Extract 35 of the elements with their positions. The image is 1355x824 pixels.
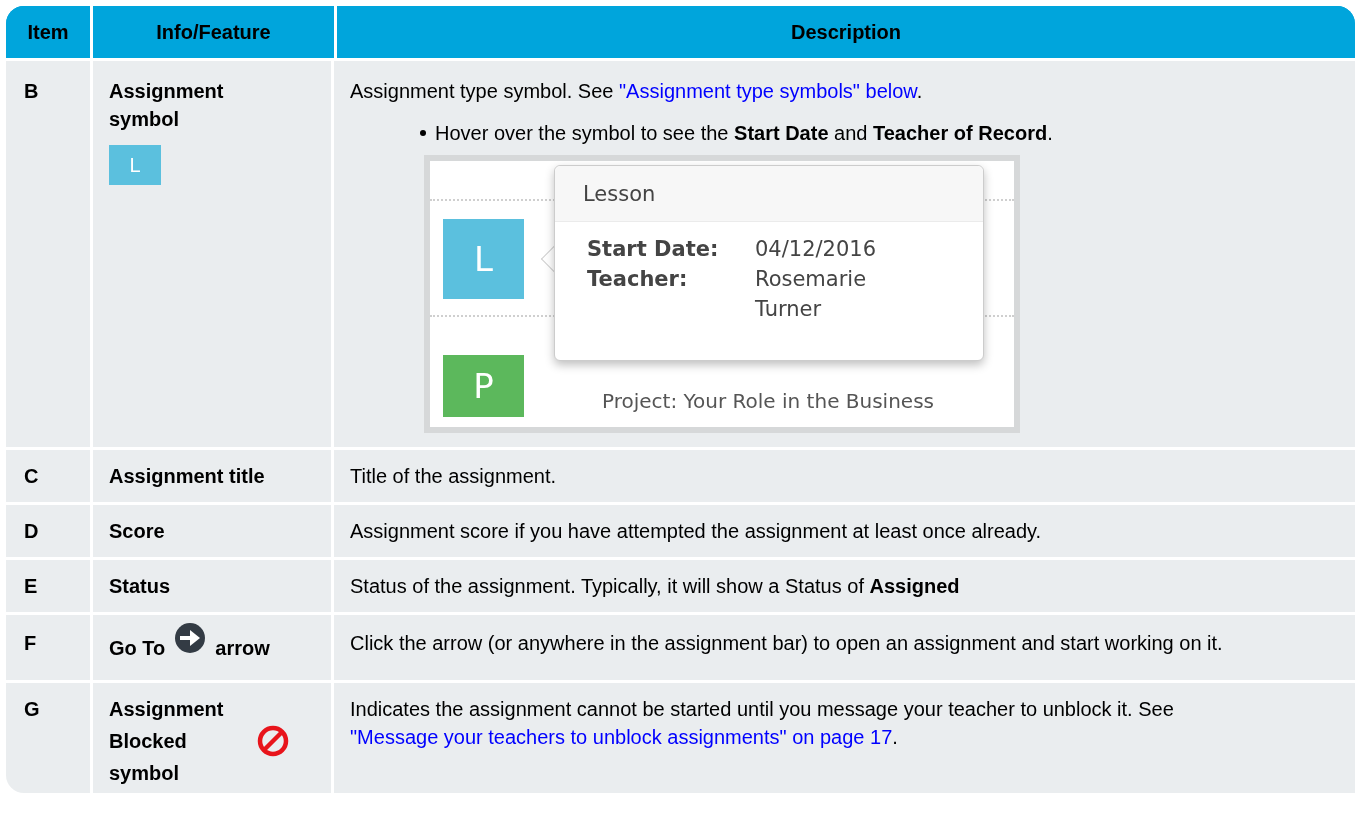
assignment-title: Project: Your Role in the Business bbox=[602, 388, 934, 415]
letter-tile-icon: L bbox=[443, 219, 524, 299]
column-header: Description bbox=[334, 6, 1355, 58]
item-letter: E bbox=[23, 574, 39, 599]
item-letter: B bbox=[23, 79, 40, 104]
arrow-circle-icon bbox=[173, 623, 208, 653]
description-text: Click the arrow (or anywhere in the assignment bar) to open an assignment and start working on it. bbox=[350, 631, 1224, 656]
description-text: Status of the assignment. Typically, it will show a Status of Assigned bbox=[350, 574, 961, 599]
item-letter: G bbox=[23, 697, 41, 722]
feature-label: symbol bbox=[109, 761, 181, 786]
tooltip-title: Lesson bbox=[555, 166, 983, 222]
bullet-text: Hover over the symbol to see the Start Date and Teacher of Record. bbox=[435, 121, 1053, 146]
blocked-icon bbox=[257, 725, 289, 757]
description-text: Assignment type symbol. See "Assignment type symbols" below. bbox=[350, 79, 924, 104]
item-letter: F bbox=[23, 631, 38, 656]
feature-label: Status bbox=[109, 575, 171, 597]
description-text: Assignment score if you have attempted the assignment at least once already. bbox=[350, 519, 1043, 544]
feature-label: Assignment title bbox=[109, 465, 265, 487]
feature-label: Assignment symbol bbox=[109, 79, 225, 132]
link[interactable]: "Message your teachers to unblock assignments" on page 17 bbox=[350, 726, 893, 748]
bullet-icon bbox=[420, 130, 426, 136]
feature-label: Score bbox=[109, 520, 165, 542]
link[interactable]: "Assignment type symbols" below bbox=[619, 80, 917, 102]
field-label: Teacher: bbox=[587, 266, 689, 293]
field-label: Start Date: bbox=[587, 236, 720, 263]
description-text: Indicates the assignment cannot be started until you message your teacher to unblock it. See "Message your teachers to unblock assignments" on page 17. bbox=[350, 697, 1175, 750]
letter-tile-icon: L bbox=[109, 145, 161, 185]
field-value: 04/12/2016 bbox=[755, 236, 878, 263]
feature-label: Go To bbox=[109, 637, 166, 659]
description-text: Title of the assignment. bbox=[350, 464, 558, 489]
item-letter: C bbox=[23, 464, 40, 489]
field-value: Rosemarie Turner bbox=[755, 266, 868, 323]
feature-label: arrow bbox=[215, 637, 270, 659]
letter-tile-icon: P bbox=[443, 355, 524, 417]
item-letter: D bbox=[23, 519, 40, 544]
